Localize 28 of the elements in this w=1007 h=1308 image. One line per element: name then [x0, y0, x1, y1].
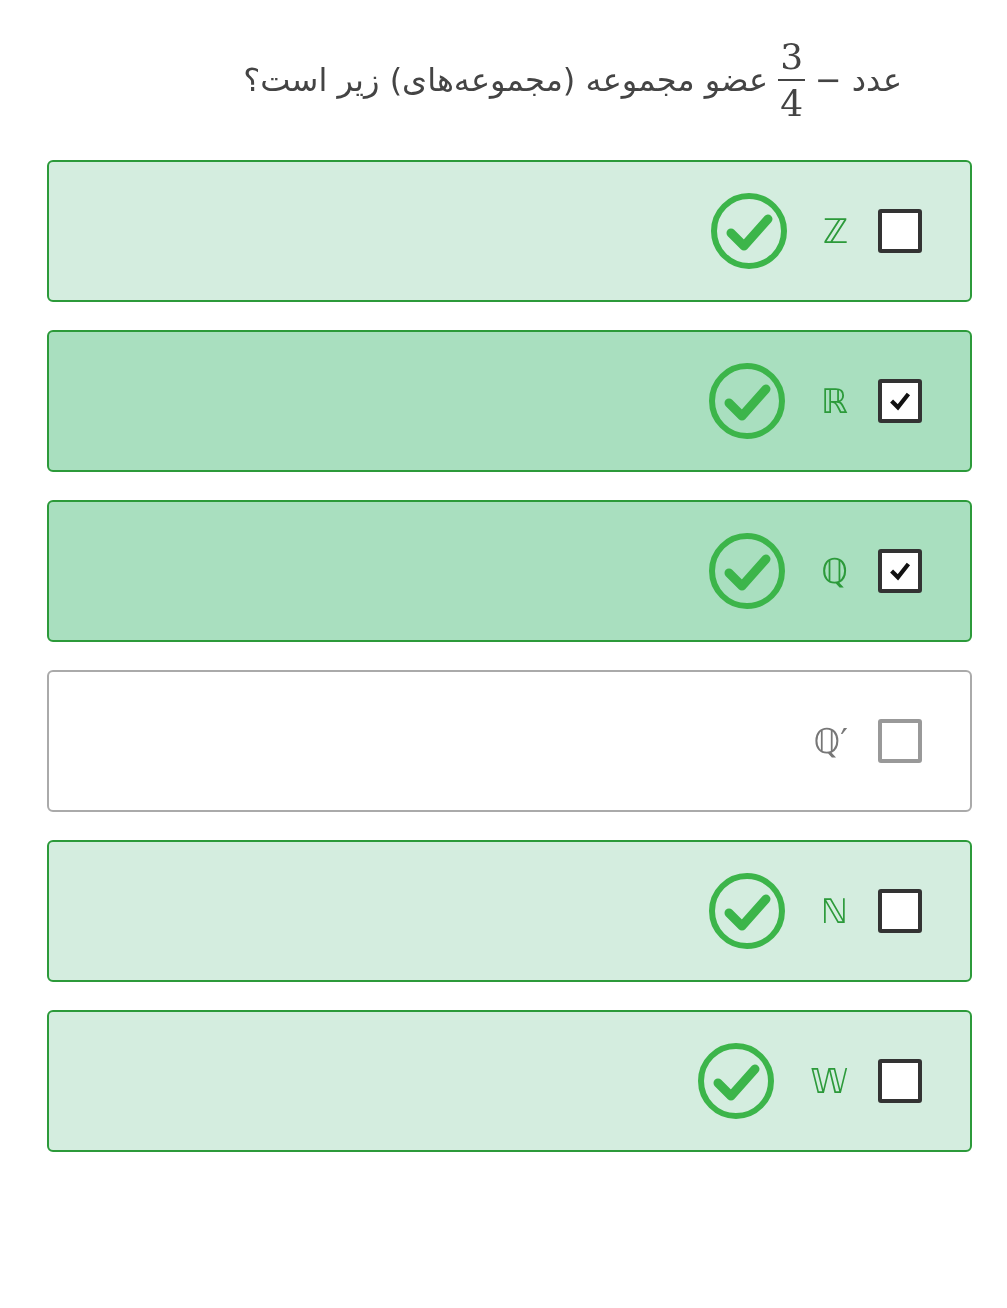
option-label: ℝ: [821, 381, 848, 421]
denominator: 4: [780, 82, 804, 124]
checkbox[interactable]: [878, 889, 922, 933]
check-circle-icon: [707, 361, 788, 441]
answer-option[interactable]: ℚ′: [47, 670, 972, 812]
option-label: ℚ: [821, 551, 848, 591]
option-label: ℚ′: [813, 721, 848, 761]
checkbox[interactable]: [878, 379, 922, 423]
answer-option[interactable]: 𝕎: [47, 1010, 972, 1152]
question-text: عضو مجموعه (مجموعه‌های) زیر است؟: [243, 61, 769, 99]
checkbox[interactable]: [878, 1059, 922, 1103]
check-circle-icon: [706, 871, 787, 951]
answer-option[interactable]: ℤ: [47, 160, 972, 302]
check-circle-icon: [696, 1041, 777, 1121]
minus-sign: −: [815, 61, 842, 99]
check-circle-icon: [708, 191, 789, 271]
check-circle-icon: [707, 531, 788, 611]
checkbox[interactable]: [878, 209, 922, 253]
option-label: ℤ: [822, 211, 848, 251]
option-label: ℕ: [820, 891, 848, 931]
answer-option[interactable]: ℕ: [47, 840, 972, 982]
answer-option[interactable]: ℚ: [47, 500, 972, 642]
checkbox[interactable]: [878, 719, 922, 763]
checkbox[interactable]: [878, 549, 922, 593]
answer-option[interactable]: ℝ: [47, 330, 972, 472]
numerator: 3: [778, 36, 806, 81]
question-text: عدد: [851, 61, 902, 99]
option-label: 𝕎: [810, 1061, 848, 1101]
